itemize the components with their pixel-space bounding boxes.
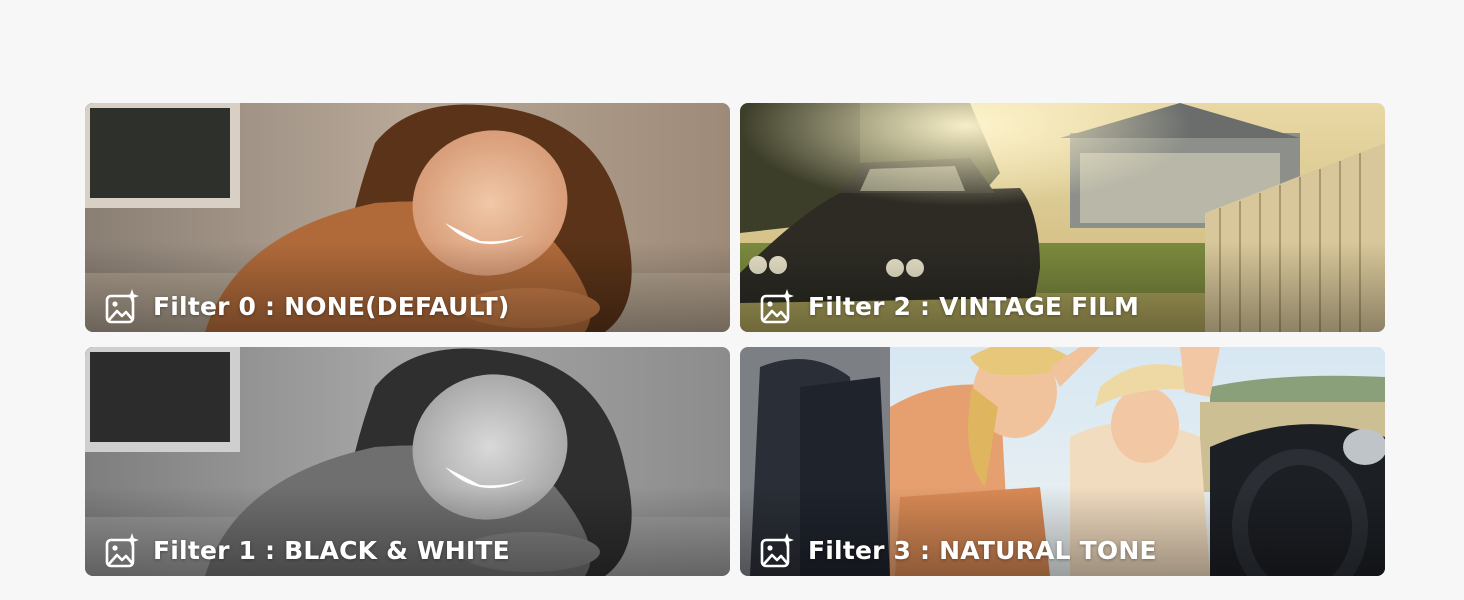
filter-label: Filter 3 : NATURAL TONE xyxy=(808,535,1157,565)
filter-grid: Filter 0 : NONE(DEFAULT) Filter 2: VINT… xyxy=(85,103,1385,576)
image-sparkle-icon xyxy=(760,289,794,324)
filter-card-natural-tone[interactable]: Filter 3 : NATURAL TONE xyxy=(740,347,1385,576)
filter-label: Filter 1 : BLACK & WHITE xyxy=(153,535,510,565)
filter-card-black-white[interactable]: Filter 1 : BLACK & WHITE xyxy=(85,347,730,576)
image-sparkle-icon xyxy=(105,533,139,568)
filter-card-none[interactable]: Filter 0 : NONE(DEFAULT) xyxy=(85,103,730,332)
image-sparkle-icon xyxy=(760,533,794,568)
filter-card-vintage-film[interactable]: Filter 2 : VINTAGE FILM xyxy=(740,103,1385,332)
filter-label: Filter 0 : NONE(DEFAULT) xyxy=(153,291,510,321)
image-sparkle-icon xyxy=(105,289,139,324)
filter-label: Filter 2 : VINTAGE FILM xyxy=(808,291,1140,321)
